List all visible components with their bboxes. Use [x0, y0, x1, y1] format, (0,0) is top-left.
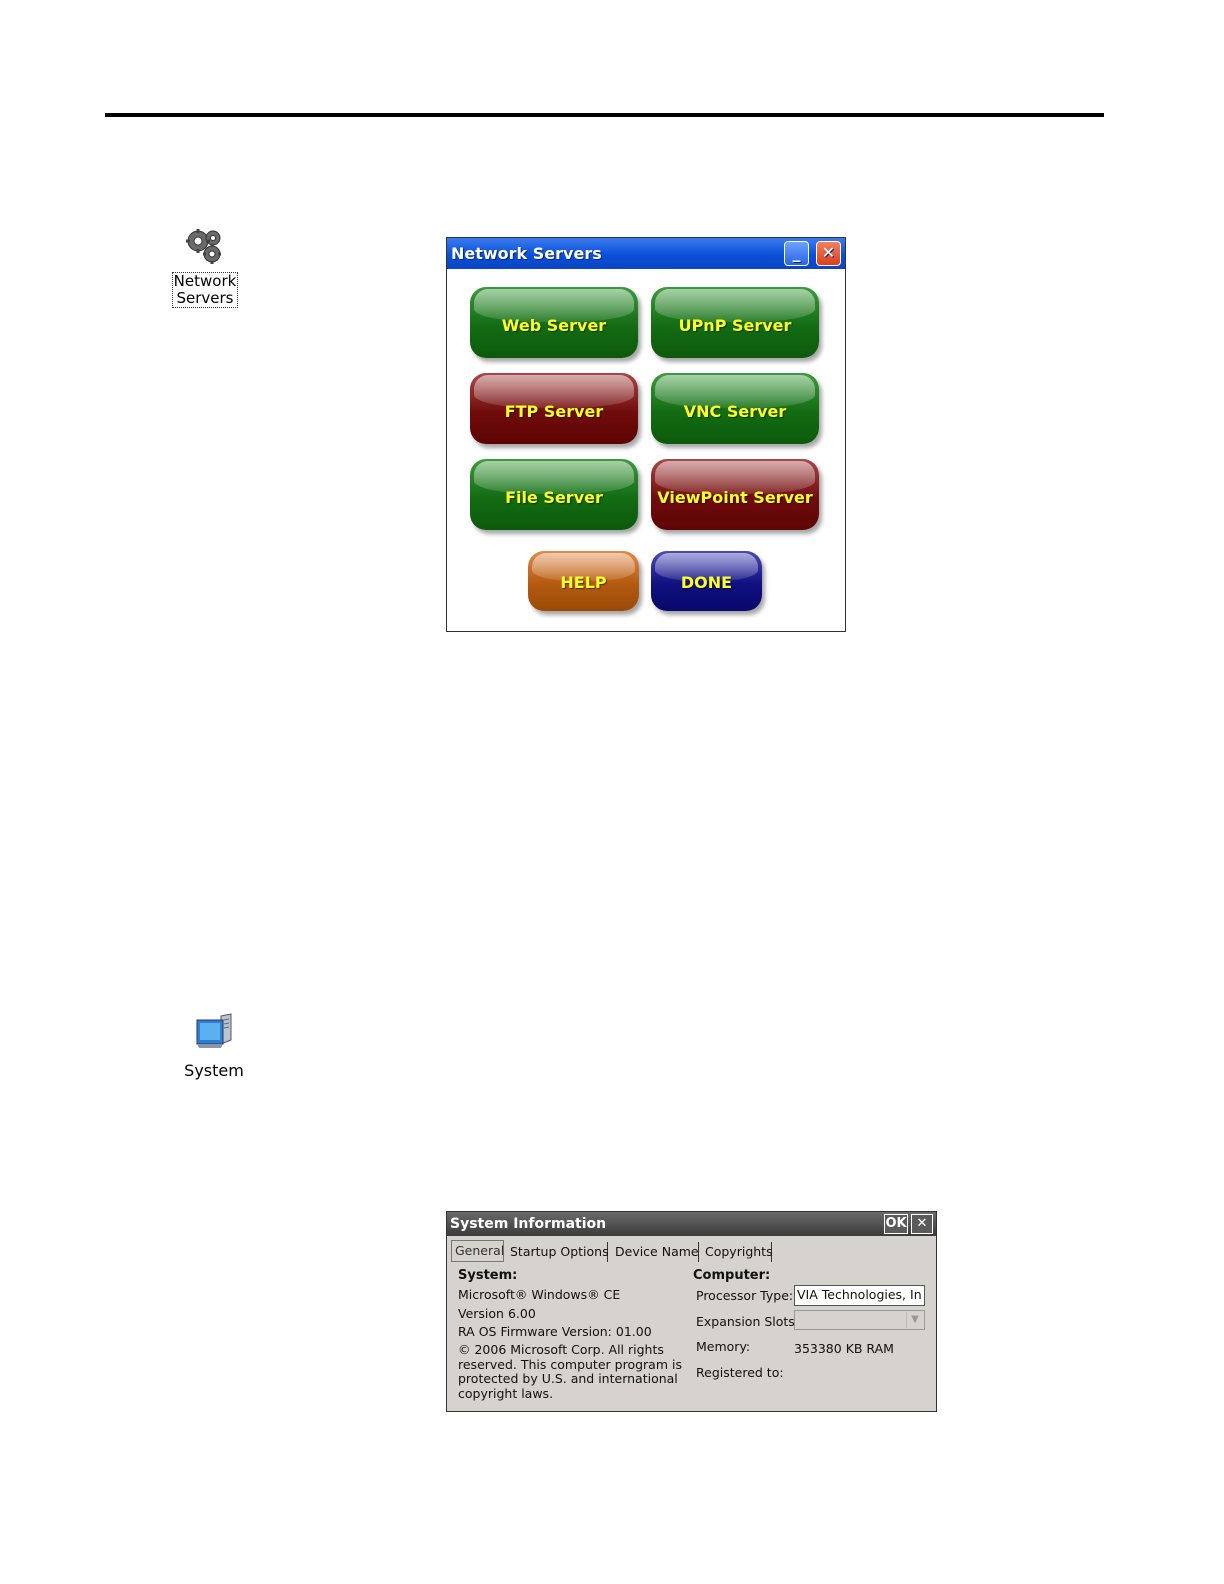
done-button[interactable]: DONE — [651, 551, 762, 611]
os-version: Version 6.00 — [458, 1306, 536, 1321]
copyright-line2: reserved. This computer program is — [458, 1356, 682, 1372]
file-server-button[interactable]: File Server — [470, 459, 638, 530]
chevron-down-icon: ▼ — [906, 1312, 923, 1328]
tab-general[interactable]: General — [451, 1240, 504, 1262]
done-label: DONE — [680, 573, 733, 592]
viewpoint-server-button[interactable]: ViewPoint Server — [651, 459, 819, 530]
tab-copyrights[interactable]: Copyrights — [702, 1242, 773, 1262]
system-window-title: System Information — [450, 1216, 607, 1232]
copyright-line1: © 2006 Microsoft Corp. All rights — [458, 1342, 664, 1357]
computer-icon — [196, 1013, 232, 1048]
upnp-server-label: UPnP Server — [678, 316, 792, 335]
vnc-server-label: VNC Server — [683, 402, 787, 421]
close-button[interactable]: ✕ — [816, 241, 841, 266]
ok-button[interactable]: OK — [884, 1214, 908, 1234]
file-server-label: File Server — [505, 488, 603, 507]
copyright-line4: copyright laws. — [458, 1385, 554, 1401]
help-label: HELP — [560, 573, 607, 592]
expansion-slots-label: Expansion Slots: — [696, 1314, 800, 1329]
registered-to-label: Registered to: — [696, 1365, 784, 1380]
system-icon-label: System — [184, 1061, 244, 1080]
tab-device-name[interactable]: Device Name — [612, 1242, 699, 1262]
web-server-label: Web Server — [501, 316, 607, 335]
ftp-server-button[interactable]: FTP Server — [470, 373, 638, 444]
network-icon-label-line2: Servers — [176, 289, 234, 307]
copyright-notice: © 2006 Microsoft Corp. All rights reserv… — [458, 1342, 682, 1401]
window-title: Network Servers — [451, 244, 602, 263]
network-icon-label-line1: Network — [173, 272, 237, 290]
web-server-button[interactable]: Web Server — [470, 287, 638, 358]
system-information-window: System Information OK ✕ General Startup … — [446, 1211, 937, 1412]
memory-label: Memory: — [696, 1339, 751, 1354]
processor-type-field[interactable]: VIA Technologies, In — [794, 1285, 925, 1306]
ftp-server-label: FTP Server — [504, 402, 604, 421]
expansion-slots-dropdown[interactable]: ▼ — [794, 1310, 925, 1330]
computer-heading: Computer: — [693, 1268, 771, 1283]
os-name: Microsoft® Windows® CE — [458, 1287, 621, 1302]
minimize-button[interactable]: _ — [784, 241, 809, 266]
close-button[interactable]: ✕ — [911, 1214, 933, 1234]
network-servers-icon-label: Network Servers — [171, 272, 239, 308]
header-rule — [105, 113, 1104, 117]
gears-icon — [186, 229, 221, 264]
minimize-icon: _ — [792, 243, 801, 262]
tab-startup-options[interactable]: Startup Options — [507, 1242, 609, 1262]
vnc-server-button[interactable]: VNC Server — [651, 373, 819, 444]
memory-value: 353380 KB RAM — [794, 1341, 894, 1356]
network-servers-window: Network Servers _ ✕ Web Server UPnP Serv… — [446, 237, 846, 632]
system-desktop-icon[interactable]: System — [170, 1012, 258, 1080]
system-information-titlebar: System Information OK ✕ — [447, 1212, 936, 1236]
system-heading: System: — [458, 1268, 518, 1283]
viewpoint-server-label: ViewPoint Server — [657, 488, 813, 507]
help-button[interactable]: HELP — [528, 551, 639, 611]
upnp-server-button[interactable]: UPnP Server — [651, 287, 819, 358]
network-servers-desktop-icon[interactable]: Network Servers — [166, 226, 244, 308]
close-icon: ✕ — [916, 1216, 928, 1231]
processor-type-label: Processor Type: — [696, 1288, 794, 1303]
network-servers-titlebar: Network Servers _ ✕ — [447, 238, 845, 269]
copyright-line3: protected by U.S. and international — [458, 1371, 678, 1386]
firmware-version: RA OS Firmware Version: 01.00 — [458, 1324, 652, 1339]
close-icon: ✕ — [821, 243, 836, 262]
